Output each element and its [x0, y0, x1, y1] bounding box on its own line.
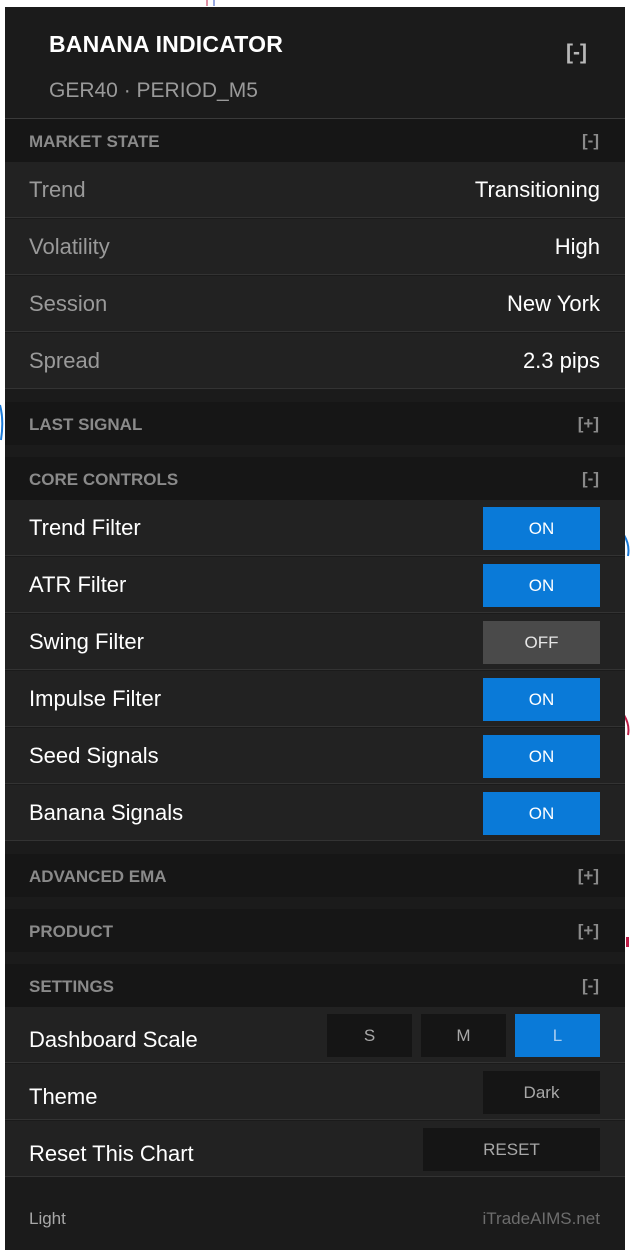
market-row-trend: Trend Transitioning [5, 162, 625, 218]
impulse-filter-toggle[interactable]: ON [483, 678, 600, 721]
market-row-session: Session New York [5, 276, 625, 332]
control-row-banana-signals: Banana Signals ON [5, 785, 625, 841]
scale-large-button[interactable]: L [515, 1014, 600, 1057]
brand-link[interactable]: iTradeAIMS.net [483, 1209, 600, 1229]
collapse-panel-button[interactable]: [-] [566, 41, 587, 65]
settings-row-scale: Dashboard Scale S M L [5, 1007, 625, 1063]
section-core-controls[interactable]: CORE CONTROLS [-] [5, 457, 625, 500]
section-market-state[interactable]: MARKET STATE [-] [5, 119, 625, 162]
control-label: Impulse Filter [29, 686, 162, 711]
market-key: Volatility [29, 234, 110, 259]
section-toggle[interactable]: [-] [582, 976, 599, 996]
control-row-seed-signals: Seed Signals ON [5, 728, 625, 784]
control-row-swing-filter: Swing Filter OFF [5, 614, 625, 670]
section-settings[interactable]: SETTINGS [-] [5, 964, 625, 1007]
section-advanced-ema[interactable]: ADVANCED EMA [+] [5, 854, 625, 897]
market-row-spread: Spread 2.3 pips [5, 333, 625, 389]
dashboard-panel: BANANA INDICATOR GER40 · PERIOD_M5 [-] M… [5, 7, 625, 1250]
market-value: 2.3 pips [522, 348, 600, 373]
control-row-trend-filter: Trend Filter ON [5, 500, 625, 556]
control-label: ATR Filter [29, 572, 127, 597]
theme-mode-label: Light [29, 1209, 66, 1228]
section-label: LAST SIGNAL [29, 415, 143, 434]
reset-button[interactable]: RESET [423, 1128, 600, 1171]
section-toggle[interactable]: [+] [578, 866, 599, 886]
market-value: High [554, 234, 600, 259]
section-label: MARKET STATE [29, 132, 160, 151]
control-label: Banana Signals [29, 800, 184, 825]
section-label: SETTINGS [29, 977, 115, 996]
seed-signals-toggle[interactable]: ON [483, 735, 600, 778]
section-label: PRODUCT [29, 922, 114, 941]
section-toggle[interactable]: [+] [578, 921, 599, 941]
section-product[interactable]: PRODUCT [+] [5, 909, 625, 952]
section-toggle[interactable]: [+] [578, 414, 599, 434]
control-row-impulse-filter: Impulse Filter ON [5, 671, 625, 727]
market-key: Trend [29, 177, 86, 202]
scale-label: Dashboard Scale [29, 1027, 198, 1052]
banana-signals-toggle[interactable]: ON [483, 792, 600, 835]
scale-medium-button[interactable]: M [421, 1014, 506, 1057]
control-label: Trend Filter [29, 515, 141, 540]
market-key: Spread [29, 348, 100, 373]
trend-filter-toggle[interactable]: ON [483, 507, 600, 550]
market-value: New York [507, 291, 600, 316]
symbol-period: GER40 · PERIOD_M5 [49, 79, 258, 102]
settings-row-reset: Reset This Chart RESET [5, 1121, 625, 1177]
swing-filter-toggle[interactable]: OFF [483, 621, 600, 664]
scale-small-button[interactable]: S [327, 1014, 412, 1057]
section-label: ADVANCED EMA [29, 867, 167, 886]
control-label: Seed Signals [29, 743, 159, 768]
market-key: Session [29, 291, 108, 316]
panel-footer: Light iTradeAIMS.net [5, 1190, 625, 1250]
control-row-atr-filter: ATR Filter ON [5, 557, 625, 613]
control-label: Swing Filter [29, 629, 144, 654]
section-last-signal[interactable]: LAST SIGNAL [+] [5, 402, 625, 445]
theme-label: Theme [29, 1084, 98, 1109]
panel-header: BANANA INDICATOR GER40 · PERIOD_M5 [-] [5, 7, 625, 118]
section-toggle[interactable]: [-] [582, 131, 599, 151]
market-value: Transitioning [474, 177, 600, 202]
panel-title: BANANA INDICATOR [49, 31, 284, 57]
theme-button[interactable]: Dark [483, 1071, 600, 1114]
atr-filter-toggle[interactable]: ON [483, 564, 600, 607]
section-label: CORE CONTROLS [29, 470, 179, 489]
section-toggle[interactable]: [-] [582, 469, 599, 489]
reset-label: Reset This Chart [29, 1141, 194, 1166]
settings-row-theme: Theme Dark [5, 1064, 625, 1120]
market-row-volatility: Volatility High [5, 219, 625, 275]
